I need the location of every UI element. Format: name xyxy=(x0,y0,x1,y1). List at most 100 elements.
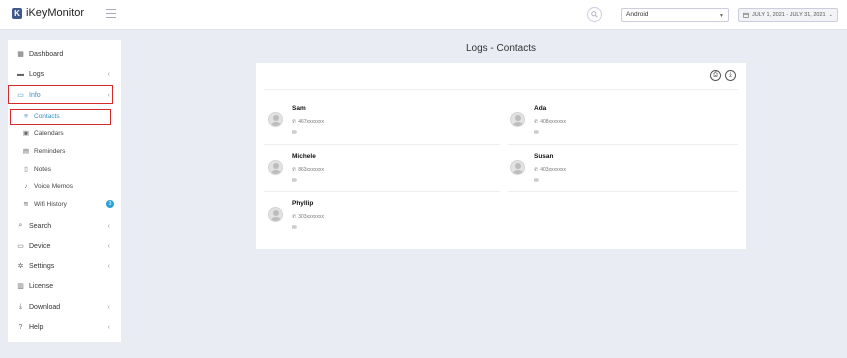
contact-card[interactable]: Susan ✆ 403xxxxxxx ✉ xyxy=(506,147,728,193)
contact-phone: ✆ 467xxxxxxx xyxy=(292,119,324,125)
sidebar: ▦ Dashboard ▬ Logs ‹ ▭ Info ‹ ≡ Contacts… xyxy=(8,40,121,342)
contact-phone: ✆ 863xxxxxxx xyxy=(292,167,324,173)
phone-icon: ✆ xyxy=(534,119,539,125)
contact-name: Susan xyxy=(534,153,554,160)
sidebar-subitem-label: Contacts xyxy=(34,112,60,120)
sidebar-item-label: Download xyxy=(29,303,61,311)
sidebar-item-info[interactable]: ▭ Info ‹ xyxy=(8,86,121,104)
sidebar-item-label: Settings xyxy=(29,262,55,270)
phone-icon: ✆ xyxy=(292,214,297,220)
avatar-icon xyxy=(268,207,283,222)
print-icon: ⎙ xyxy=(713,72,718,78)
list-icon: ≡ xyxy=(24,112,28,120)
contact-card[interactable]: Ada ✆ 408xxxxxxx ✉ xyxy=(506,99,728,145)
contact-phone: ✆ 403xxxxxxx xyxy=(534,167,566,173)
envelope-icon: ✉ xyxy=(292,178,297,184)
envelope-icon: ✉ xyxy=(292,130,297,136)
contact-phone: ✆ 408xxxxxxx xyxy=(534,119,566,125)
contact-phone-number: 467xxxxxxx xyxy=(298,119,325,125)
page-title: Logs - Contacts xyxy=(465,43,537,54)
panel-toolbar: ⎙ ⤓ xyxy=(710,70,736,81)
envelope-icon: ✉ xyxy=(534,130,539,136)
sidebar-subitem-calendars[interactable]: ▣ Calendars xyxy=(8,125,121,141)
chevron-down-icon: ⌄ xyxy=(828,12,833,18)
print-button[interactable]: ⎙ xyxy=(710,70,721,81)
divider xyxy=(264,89,738,90)
chevron-left-icon: ‹ xyxy=(107,70,110,78)
sidebar-item-download[interactable]: ⤓ Download ‹ xyxy=(8,298,121,316)
sidebar-item-label: License xyxy=(29,282,54,290)
phone-icon: ✆ xyxy=(292,119,297,125)
contact-name: Phyllip xyxy=(292,200,314,207)
avatar-icon xyxy=(268,160,283,175)
wifi-history-badge: 3 xyxy=(106,200,114,208)
note-icon: ▯ xyxy=(24,166,28,173)
contact-phone-number: 403xxxxxxx xyxy=(540,167,567,173)
sidebar-subitem-label: Voice Memos xyxy=(34,182,74,190)
sidebar-item-logs[interactable]: ▬ Logs ‹ xyxy=(8,65,121,83)
device-select[interactable]: Android ▼ xyxy=(621,8,729,22)
phone-icon: ✆ xyxy=(534,167,539,173)
sidebar-subitem-reminders[interactable]: ▤ Reminders xyxy=(8,143,121,159)
gear-icon: ✲ xyxy=(17,263,24,270)
chevron-down-icon: ‹ xyxy=(107,91,110,99)
contact-card[interactable]: Phyllip ✆ 303xxxxxxx ✉ xyxy=(264,194,486,240)
chevron-left-icon: ‹ xyxy=(107,303,110,311)
wifi-icon: ≋ xyxy=(23,201,29,208)
sidebar-item-label: Device xyxy=(29,242,51,250)
chevron-left-icon: ‹ xyxy=(107,222,110,230)
brand[interactable]: K iKeyMonitor xyxy=(12,7,84,19)
search-button[interactable] xyxy=(587,7,602,22)
chevron-left-icon: ‹ xyxy=(107,262,110,270)
sidebar-item-label: Info xyxy=(29,91,41,99)
sidebar-subitem-label: Notes xyxy=(34,165,51,173)
envelope-icon: ✉ xyxy=(534,178,539,184)
download-icon: ⤓ xyxy=(18,303,23,310)
date-range-value: JULY 1, 2021 - JULY 31, 2021 xyxy=(752,12,826,18)
phone-icon: ✆ xyxy=(292,167,297,173)
monitor-icon: ▭ xyxy=(17,243,24,250)
contact-name: Ada xyxy=(534,105,547,112)
microphone-icon: ♪ xyxy=(24,182,28,190)
sidebar-item-label: Logs xyxy=(29,70,45,78)
chevron-left-icon: ‹ xyxy=(107,323,110,331)
reminder-icon: ▤ xyxy=(22,148,30,155)
sidebar-item-label: Help xyxy=(29,323,44,331)
sidebar-item-search[interactable]: ⌕ Search ‹ xyxy=(8,217,121,235)
contact-name: Michele xyxy=(292,153,316,160)
contact-card[interactable]: Michele ✆ 863xxxxxxx ✉ xyxy=(264,147,486,193)
menu-toggle-icon[interactable] xyxy=(106,9,116,18)
envelope-icon: ✉ xyxy=(292,225,297,231)
search-icon xyxy=(591,11,598,18)
app-logo-icon: K xyxy=(12,7,22,19)
sidebar-subitem-wifi-history[interactable]: ≋ Wifi History 3 xyxy=(8,196,121,212)
calendar-icon: ▣ xyxy=(22,130,30,137)
sidebar-subitem-voice-memos[interactable]: ♪ Voice Memos xyxy=(8,178,121,194)
sidebar-subitem-notes[interactable]: ▯ Notes xyxy=(8,161,121,177)
calendar-icon xyxy=(743,12,749,18)
app-title: iKeyMonitor xyxy=(26,7,85,19)
sidebar-item-device[interactable]: ▭ Device ‹ xyxy=(8,237,121,255)
sidebar-item-license[interactable]: ▥ License xyxy=(8,277,121,295)
avatar-icon xyxy=(510,112,525,127)
sidebar-item-help[interactable]: ? Help ‹ xyxy=(8,318,121,336)
chevron-down-icon: ▼ xyxy=(719,13,724,19)
folder-open-icon: ▭ xyxy=(17,92,24,99)
sidebar-subitem-label: Calendars xyxy=(34,129,64,137)
sidebar-item-dashboard[interactable]: ▦ Dashboard xyxy=(8,45,121,63)
contact-phone: ✆ 303xxxxxxx xyxy=(292,214,324,220)
sidebar-item-settings[interactable]: ✲ Settings ‹ xyxy=(8,257,121,275)
avatar-icon xyxy=(268,112,283,127)
barcode-icon: ▥ xyxy=(17,283,24,290)
contacts-panel: ⎙ ⤓ Sam ✆ 467xxxxxxx ✉ Ada ✆ 408xxxxxxx ✉ … xyxy=(256,63,746,249)
contact-phone-number: 303xxxxxxx xyxy=(298,214,325,220)
search-icon: ⌕ xyxy=(18,222,23,229)
chevron-left-icon: ‹ xyxy=(107,242,110,250)
contact-card[interactable]: Sam ✆ 467xxxxxxx ✉ xyxy=(264,99,486,145)
date-range-picker[interactable]: JULY 1, 2021 - JULY 31, 2021 ⌄ xyxy=(738,8,838,22)
sidebar-item-label: Search xyxy=(29,222,52,230)
top-bar: K iKeyMonitor Android ▼ JULY 1, 2021 - J… xyxy=(0,0,847,30)
sidebar-subitem-contacts[interactable]: ≡ Contacts xyxy=(8,108,121,124)
export-button[interactable]: ⤓ xyxy=(725,70,736,81)
contact-phone-number: 863xxxxxxx xyxy=(298,167,325,173)
